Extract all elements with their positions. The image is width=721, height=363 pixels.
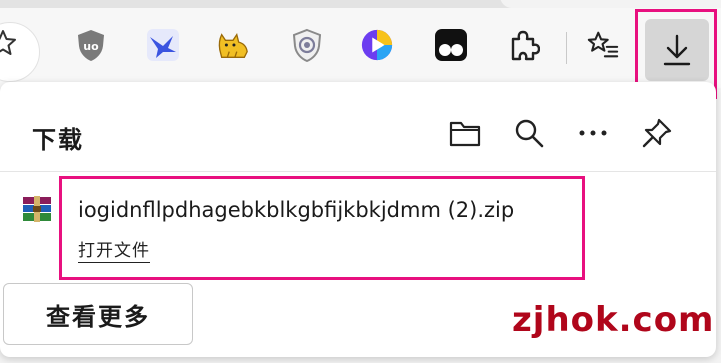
watermark-text: zjhok.com <box>512 300 715 340</box>
tampermonkey-icon[interactable] <box>434 28 468 62</box>
ublock-origin-icon[interactable]: uo <box>74 28 108 62</box>
pin-icon[interactable] <box>640 116 674 150</box>
yellow-cat-icon[interactable] <box>216 28 250 62</box>
zip-archive-icon <box>23 196 51 222</box>
highlight-box-download-item <box>59 176 585 280</box>
search-icon[interactable] <box>512 116 546 150</box>
media-play-icon[interactable] <box>360 28 394 62</box>
favorites-star-icon[interactable] <box>0 28 18 58</box>
favorites-list-icon[interactable] <box>586 28 620 62</box>
panel-divider <box>0 171 716 172</box>
shield-extension-icon[interactable] <box>290 28 324 62</box>
tab-strip <box>0 0 721 8</box>
tab-shape <box>500 0 721 8</box>
extensions-puzzle-icon[interactable] <box>506 28 540 62</box>
ublock-label: uo <box>83 40 99 53</box>
swift-bird-icon[interactable] <box>146 28 180 62</box>
see-more-button[interactable]: 查看更多 <box>3 283 193 345</box>
open-folder-icon[interactable] <box>448 116 482 150</box>
more-options-icon[interactable] <box>576 116 610 150</box>
panel-title: 下载 <box>32 126 84 154</box>
toolbar-separator <box>566 32 567 64</box>
